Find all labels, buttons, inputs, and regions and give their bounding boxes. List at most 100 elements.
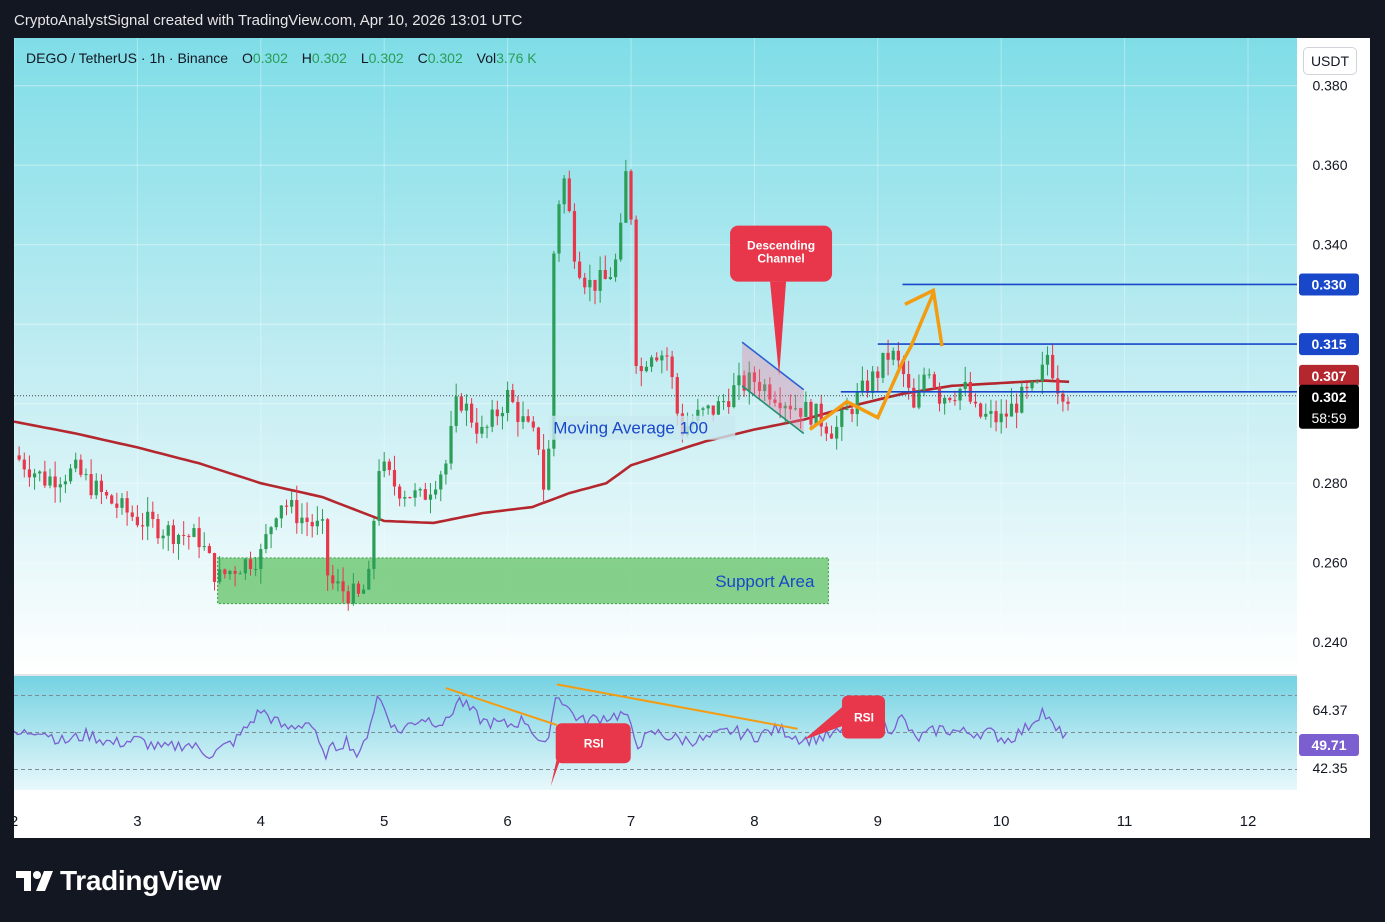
candle-body <box>377 471 381 521</box>
volume-value: 3.76 K <box>496 50 537 66</box>
candle-body <box>32 473 37 478</box>
candle-body <box>541 449 546 490</box>
candle-body <box>557 204 561 254</box>
candle-body <box>259 549 263 569</box>
candle-body <box>809 401 813 425</box>
candle-body <box>1025 386 1029 389</box>
candle-body <box>927 374 931 376</box>
ma-label: Moving Average 100 <box>553 419 708 438</box>
candle-body <box>737 375 741 386</box>
low-label: L <box>360 50 369 66</box>
candle-body <box>547 448 551 490</box>
candle-body <box>444 463 448 475</box>
candle-body <box>572 211 577 262</box>
time-tick-label: 3 <box>133 813 141 830</box>
candle-body <box>845 409 849 411</box>
candle-body <box>74 459 78 469</box>
volume-label: Vol <box>476 50 497 66</box>
candle-body <box>521 416 525 422</box>
candle-body <box>176 534 181 544</box>
candle-body <box>151 511 155 520</box>
time-tick-label: 2 <box>14 813 18 830</box>
candle-body <box>1040 364 1044 382</box>
candle-body <box>22 459 26 470</box>
candle-body <box>814 403 818 425</box>
candle-body <box>639 366 643 372</box>
time-tick-label: 5 <box>380 813 388 830</box>
candle-body <box>464 403 469 411</box>
candle-body <box>603 269 607 280</box>
candle-body <box>161 535 165 539</box>
candle-body <box>660 355 664 361</box>
candle-body <box>38 471 42 474</box>
candle-body <box>989 411 993 414</box>
candle-body <box>403 497 407 499</box>
candle-body <box>979 403 983 417</box>
level-tag-0330-label: 0.330 <box>1311 276 1346 292</box>
candle-body <box>835 426 839 439</box>
candle-body <box>17 455 21 460</box>
candle-body <box>912 387 916 408</box>
time-axis[interactable]: 2 3 4 5 6 7 8 9 10 11 12 <box>14 790 1370 838</box>
candle-body <box>470 403 474 423</box>
candle-body <box>1009 403 1014 417</box>
brand-name: TradingView <box>60 865 222 896</box>
high-label: H <box>301 50 312 66</box>
rsi-callout-text-1: RSI <box>584 736 604 750</box>
candle-body <box>876 371 880 378</box>
chart-frame[interactable]: Support Area Descending Channel Moving Ave… <box>14 38 1370 838</box>
candle-body <box>228 570 232 575</box>
candle-body <box>68 468 73 482</box>
candle-body <box>79 459 83 475</box>
channel-callout-text: Descending <box>747 239 815 253</box>
candle-body <box>156 519 160 539</box>
tradingview-logo[interactable]: TradingView <box>16 862 221 900</box>
candle-body <box>279 505 283 519</box>
candle-body <box>439 474 443 490</box>
open-label: O <box>241 50 253 66</box>
candle-body <box>860 380 864 393</box>
open-value: 0.302 <box>252 50 288 66</box>
candle-body <box>94 480 98 496</box>
candle-body <box>943 397 947 404</box>
candle-body <box>1004 413 1008 417</box>
candle-body <box>711 405 715 415</box>
candle-body <box>43 471 47 486</box>
candle-body <box>649 357 654 367</box>
candle-body <box>907 374 911 388</box>
price-axis[interactable]: 0.240 0.260 0.280 0.340 0.360 0.380 0.330 0.315… <box>1297 38 1370 790</box>
candle-body <box>721 401 726 403</box>
candle-body <box>187 535 191 537</box>
time-tick-label: 10 <box>993 813 1010 830</box>
candle-body <box>500 413 505 417</box>
candle-body <box>218 569 222 582</box>
candle-body <box>120 498 124 508</box>
low-value: 0.302 <box>368 50 404 66</box>
rsi-axis-label: 42.35 <box>1312 760 1347 776</box>
candle-body <box>305 517 309 522</box>
candle-body <box>634 219 638 367</box>
rsi-callout-text-2: RSI <box>854 711 874 725</box>
candle-body <box>146 511 150 527</box>
symbol-title[interactable]: DEGO / TetherUS · 1h · Binance <box>26 50 228 66</box>
close-value: 0.302 <box>427 50 463 66</box>
currency-selector[interactable]: USDT <box>1303 47 1357 75</box>
candle-body <box>254 568 258 570</box>
bar-countdown-label: 58:59 <box>1311 410 1346 426</box>
candle-body <box>1045 354 1050 365</box>
candle-body <box>459 396 463 411</box>
chart-canvas[interactable]: Support Area DescendingChannel Moving Ave… <box>14 38 1370 838</box>
candle-body <box>665 355 669 357</box>
candle-body <box>619 222 623 260</box>
candle-body <box>1015 403 1019 413</box>
high-value: 0.302 <box>311 50 347 66</box>
price-tick-label: 0.380 <box>1312 78 1347 94</box>
candle-body <box>644 366 649 372</box>
time-tick-label: 11 <box>1117 813 1133 830</box>
candle-body <box>197 528 201 548</box>
candle-body <box>372 520 376 569</box>
ma-value-tag-label: 0.307 <box>1311 368 1346 384</box>
candle-body <box>382 461 386 472</box>
candle-body <box>99 480 104 493</box>
price-tick-label: 0.340 <box>1312 237 1347 253</box>
